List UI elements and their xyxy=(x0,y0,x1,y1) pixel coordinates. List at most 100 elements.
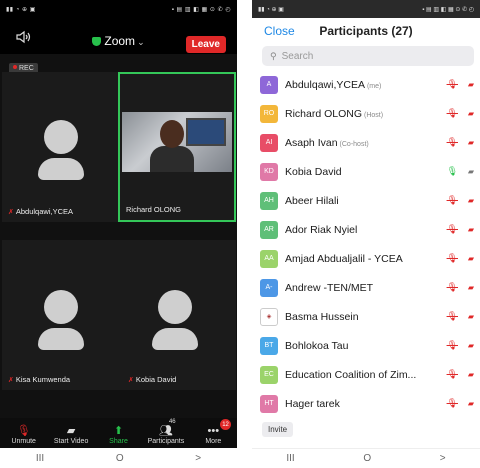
video-off-icon[interactable]: ▰ xyxy=(468,399,474,408)
participants-title: Participants (27) xyxy=(319,24,413,38)
participant-name-text: Asaph Ivan xyxy=(285,136,338,149)
back-nav-icon[interactable]: > xyxy=(440,453,446,464)
participant-row[interactable]: EC Education Coalition of Zim... 🎙︎ ▰ xyxy=(252,360,480,389)
back-nav-icon[interactable]: > xyxy=(195,453,201,464)
muted-mic-icon[interactable]: 🎙︎ xyxy=(447,282,458,293)
participant-row[interactable]: AH Abeer Hilali 🎙︎ ▰ xyxy=(252,186,480,215)
participant-name: Amjad Abdualjalil - YCEA xyxy=(285,253,403,265)
mic-on-icon[interactable]: 🎙︎ xyxy=(447,166,458,177)
participant-role: (Co-host) xyxy=(339,140,369,148)
muted-mic-icon[interactable]: 🎙︎ xyxy=(447,398,458,409)
participant-row[interactable]: ◈ Basma Hussein 🎙︎ ▰ xyxy=(252,302,480,331)
muted-mic-icon: 🎙︎ xyxy=(16,425,31,437)
video-off-icon[interactable]: ▰ xyxy=(468,138,474,147)
muted-mic-icon[interactable]: 🎙︎ xyxy=(447,195,458,206)
video-on-icon[interactable]: ▰ xyxy=(468,167,474,176)
muted-mic-icon[interactable]: 🎙︎ xyxy=(447,108,458,119)
video-off-icon[interactable]: ▰ xyxy=(468,196,474,205)
video-off-icon[interactable]: ▰ xyxy=(468,283,474,292)
participant-name-text: Ador Riak Nyiel xyxy=(285,223,358,236)
invite-button[interactable]: Invite xyxy=(262,422,294,437)
participant-name: Basma Hussein xyxy=(285,311,359,323)
leave-button[interactable]: Leave xyxy=(185,36,226,53)
participant-name: Ador Riak Nyiel xyxy=(285,224,357,236)
participant-name: Education Coalition of Zim... xyxy=(285,369,416,381)
participant-row[interactable]: AI Asaph Ivan (Co-host) 🎙︎ ▰ xyxy=(252,128,480,157)
participant-row[interactable]: A- Andrew -TEN/MET 🎙︎ ▰ xyxy=(252,273,480,302)
start-video-button[interactable]: ▰ Start Video xyxy=(47,418,94,448)
participant-row[interactable]: BT Bohlokoa Tau 🎙︎ ▰ xyxy=(252,331,480,360)
avatar: AI xyxy=(260,133,278,152)
notification-badge: 12 xyxy=(220,419,232,430)
avatar: RO xyxy=(260,104,278,123)
muted-mic-icon: ✗ xyxy=(8,209,14,216)
video-tile[interactable]: ✗ Abdulqawi,YCEA xyxy=(2,72,120,222)
participants-count: 46 xyxy=(168,419,176,425)
participants-button[interactable]: 👥︎ 46 Participants xyxy=(142,418,189,448)
participant-name-text: Richard OLONG xyxy=(285,107,363,120)
video-off-icon[interactable]: ▰ xyxy=(468,254,474,263)
unmute-label: Unmute xyxy=(11,438,36,445)
recents-nav-icon[interactable]: III xyxy=(36,453,44,464)
participant-video xyxy=(122,112,232,172)
participant-name-text: Education Coalition of Zim... xyxy=(285,368,417,381)
search-icon: ⚲ xyxy=(270,50,277,61)
video-tile-active[interactable]: Richard OLONG xyxy=(118,72,236,222)
home-nav-icon[interactable]: O xyxy=(363,453,371,464)
participant-name: Asaph Ivan (Co-host) xyxy=(285,137,369,149)
avatar: EC xyxy=(260,365,278,384)
participants-screen: ▮▮ ◔ ⊕ ▣ ▪ ▤ ▥ ◧ ▦ ⊙ ✆ ◴ Close Participan… xyxy=(252,0,480,468)
muted-mic-icon[interactable]: 🎙︎ xyxy=(447,79,458,90)
participant-name-text: Bohlokoa Tau xyxy=(285,339,349,352)
more-button[interactable]: ••• 12 More xyxy=(190,418,237,448)
tile-name: ✗ Abdulqawi,YCEA xyxy=(8,207,73,216)
meeting-title-text: Zoom xyxy=(104,34,136,48)
person-head xyxy=(160,120,184,148)
participant-row[interactable]: HT Hager tarek 🎙︎ ▰ xyxy=(252,389,480,418)
video-off-icon: ▰ xyxy=(66,425,76,437)
participant-row[interactable]: RO Richard OLONG (Host) 🎙︎ ▰ xyxy=(252,99,480,128)
muted-mic-icon[interactable]: 🎙︎ xyxy=(447,137,458,148)
participant-row[interactable]: KD Kobia David 🎙︎ ▰ xyxy=(252,157,480,186)
search-input[interactable]: ⚲ Search xyxy=(262,46,474,66)
avatar: HT xyxy=(260,394,278,413)
participant-name-text: Hager tarek xyxy=(285,397,340,410)
home-nav-icon[interactable]: O xyxy=(116,453,124,464)
muted-mic-icon[interactable]: 🎙︎ xyxy=(447,253,458,264)
video-off-icon[interactable]: ▰ xyxy=(468,370,474,379)
avatar: KD xyxy=(260,162,278,181)
video-off-icon[interactable]: ▰ xyxy=(468,312,474,321)
recents-nav-icon[interactable]: III xyxy=(286,453,294,464)
video-off-icon[interactable]: ▰ xyxy=(468,341,474,350)
video-off-icon[interactable]: ▰ xyxy=(468,109,474,118)
participant-row[interactable]: AA Amjad Abdualjalil - YCEA 🎙︎ ▰ xyxy=(252,244,480,273)
participant-name: Andrew -TEN/MET xyxy=(285,282,373,294)
muted-mic-icon[interactable]: 🎙︎ xyxy=(447,369,458,380)
participant-row[interactable]: A Abdulqawi,YCEA (me) 🎙︎ ▰ xyxy=(252,70,480,99)
participant-name-text: Basma Hussein xyxy=(285,310,359,323)
participants-label: Participants xyxy=(147,438,185,445)
meeting-toolbar: 🎙︎ Unmute ▰ Start Video ⬆ Share 👥︎ 46 Pa… xyxy=(0,418,237,448)
status-bar: ▮▮ ◔ ⊕ ▣ ▪ ▤ ▥ ◧ ▦ ⊙ ✆ ◴ xyxy=(0,0,237,18)
video-off-icon[interactable]: ▰ xyxy=(468,80,474,89)
share-button[interactable]: ⬆ Share xyxy=(95,418,142,448)
participants-icon: 👥︎ xyxy=(158,425,173,437)
avatar: A- xyxy=(260,278,278,297)
participant-row[interactable]: AR Ador Riak Nyiel 🎙︎ ▰ xyxy=(252,215,480,244)
muted-mic-icon[interactable]: 🎙︎ xyxy=(447,311,458,322)
video-tile[interactable]: ✗ Kisa Kumwenda xyxy=(2,240,120,390)
video-off-icon[interactable]: ▰ xyxy=(468,225,474,234)
search-placeholder: Search xyxy=(281,50,314,62)
recording-label: REC xyxy=(19,65,34,72)
avatar-placeholder-icon xyxy=(44,290,78,324)
tile-name: ✗ Kobia David xyxy=(128,375,177,384)
muted-mic-icon[interactable]: 🎙︎ xyxy=(447,224,458,235)
avatar: AH xyxy=(260,191,278,210)
unmute-button[interactable]: 🎙︎ Unmute xyxy=(0,418,47,448)
video-tile[interactable]: ✗ Kobia David xyxy=(118,240,236,390)
encryption-shield-icon xyxy=(92,37,102,46)
participant-name-text: Andrew -TEN/MET xyxy=(285,281,374,294)
muted-mic-icon[interactable]: 🎙︎ xyxy=(447,340,458,351)
participant-role: (me) xyxy=(366,82,382,90)
share-arrow-icon: ⬆ xyxy=(113,425,124,437)
